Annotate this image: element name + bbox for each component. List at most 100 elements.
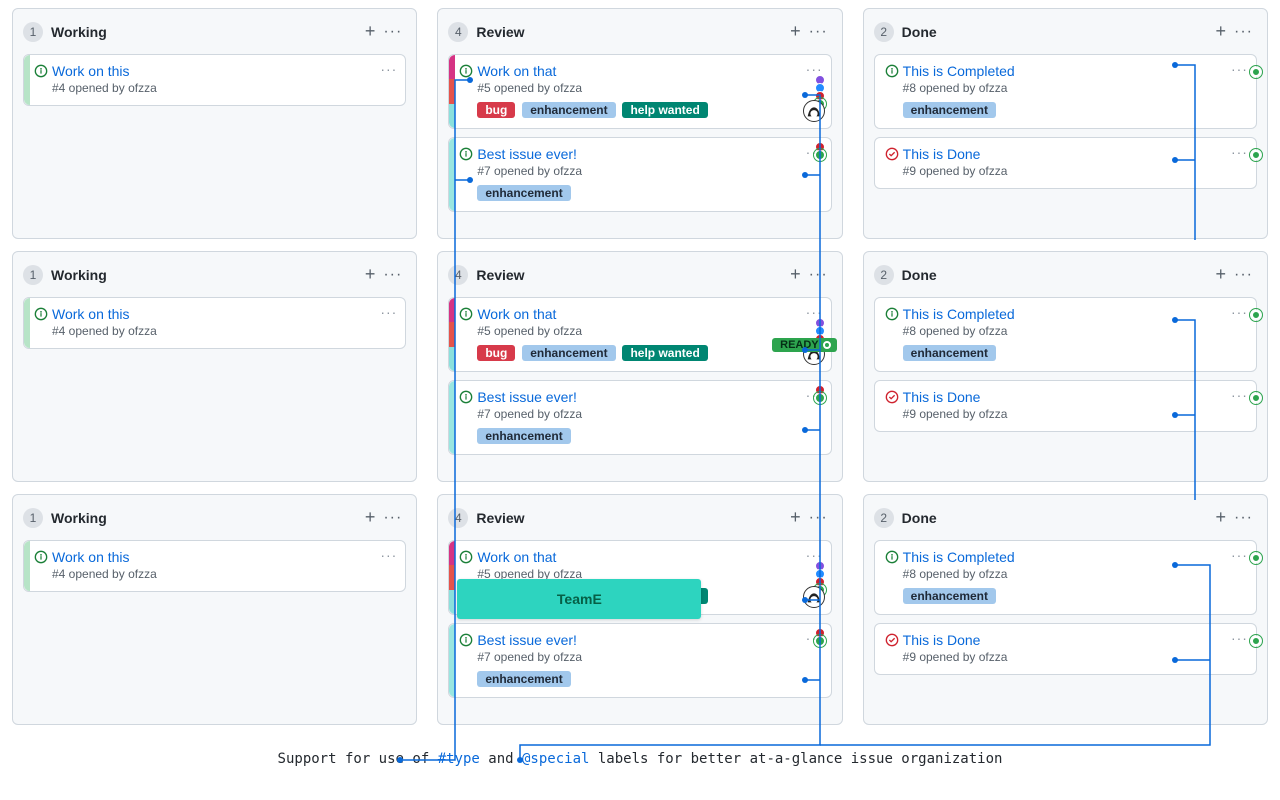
- assignee-avatar[interactable]: [803, 586, 825, 608]
- label-enhancement[interactable]: enhancement: [522, 102, 615, 118]
- column-review: 4 Review + ··· ··· Work on that #5 opene…: [437, 8, 842, 239]
- add-card-button[interactable]: +: [361, 262, 380, 287]
- column-done: 2 Done + ··· ··· This is Completed #8 op…: [863, 8, 1268, 239]
- column-count: 1: [23, 22, 43, 42]
- card-title[interactable]: This is Completed: [903, 63, 1246, 79]
- card-completed[interactable]: ··· This is Completed #8 opened by ofzza…: [874, 297, 1257, 372]
- card-menu-button[interactable]: ···: [380, 304, 397, 320]
- card-work-on-this[interactable]: ··· Work on this #4 opened by ofzza: [23, 54, 406, 106]
- column-header: 1 Working + ···: [23, 262, 406, 287]
- issue-open-icon: [459, 307, 473, 321]
- card-labels: bug enhancement help wanted: [477, 101, 820, 118]
- label-enhancement[interactable]: enhancement: [903, 345, 996, 361]
- issue-open-icon: [459, 550, 473, 564]
- label-enhancement[interactable]: enhancement: [522, 345, 615, 361]
- column-menu-button[interactable]: ···: [805, 21, 832, 43]
- ready-indicator: [1251, 310, 1261, 320]
- column-header: 2 Done + ···: [874, 505, 1257, 530]
- label-enhancement[interactable]: enhancement: [477, 428, 570, 444]
- card-title[interactable]: Work on this: [52, 549, 395, 565]
- card-meta: #7 opened by ofzza: [477, 650, 820, 664]
- column-menu-button[interactable]: ···: [805, 264, 832, 286]
- add-card-button[interactable]: +: [786, 19, 805, 44]
- card-work-on-that[interactable]: READY ··· Work on that #5 opened by ofzz…: [448, 297, 831, 372]
- column-menu-button[interactable]: ···: [1230, 507, 1257, 529]
- card-completed[interactable]: ··· This is Completed #8 opened by ofzza…: [874, 540, 1257, 615]
- column-menu-button[interactable]: ···: [1230, 21, 1257, 43]
- card-done[interactable]: ··· This is Done #9 opened by ofzza: [874, 137, 1257, 189]
- board-row: 1 Working + ··· ··· Work on this #4 open…: [12, 8, 1268, 239]
- card-completed[interactable]: ··· This is Completed #8 opened by ofzza…: [874, 54, 1257, 129]
- add-card-button[interactable]: +: [1211, 262, 1230, 287]
- card-title[interactable]: Work on that: [477, 306, 820, 322]
- card-work-on-this[interactable]: ··· Work on this #4 opened by ofzza: [23, 540, 406, 592]
- card-menu-button[interactable]: ···: [1231, 547, 1248, 563]
- add-card-button[interactable]: +: [1211, 19, 1230, 44]
- card-menu-button[interactable]: ···: [1231, 304, 1248, 320]
- card-title[interactable]: Work on that: [477, 549, 820, 565]
- card-work-on-this[interactable]: ··· Work on this #4 opened by ofzza: [23, 297, 406, 349]
- card-title[interactable]: This is Done: [903, 389, 1246, 405]
- assignee-avatar[interactable]: [803, 100, 825, 122]
- label-bug[interactable]: bug: [477, 345, 515, 361]
- column-menu-button[interactable]: ···: [379, 507, 406, 529]
- issue-open-icon: [459, 633, 473, 647]
- card-title[interactable]: Work on this: [52, 63, 395, 79]
- card-done[interactable]: ··· This is Done #9 opened by ofzza: [874, 380, 1257, 432]
- label-enhancement[interactable]: enhancement: [477, 671, 570, 687]
- card-labels: enhancement: [903, 101, 1246, 118]
- column-title: Done: [902, 24, 1212, 40]
- label-help-wanted[interactable]: help wanted: [622, 102, 707, 118]
- column-review: 4 Review + ··· TeamE ··· Work on that #5…: [437, 494, 842, 725]
- card-menu-button[interactable]: ···: [1231, 630, 1248, 646]
- add-card-button[interactable]: +: [786, 505, 805, 530]
- column-count: 4: [448, 22, 468, 42]
- label-enhancement[interactable]: enhancement: [903, 102, 996, 118]
- card-meta: #4 opened by ofzza: [52, 567, 395, 581]
- card-menu-button[interactable]: ···: [1231, 144, 1248, 160]
- card-stripe: [449, 624, 455, 697]
- card-menu-button[interactable]: ···: [1231, 61, 1248, 77]
- card-title[interactable]: Work on that: [477, 63, 820, 79]
- column-menu-button[interactable]: ···: [805, 507, 832, 529]
- card-meta: #5 opened by ofzza: [477, 324, 820, 338]
- issue-open-icon: [459, 64, 473, 78]
- card-title[interactable]: This is Completed: [903, 306, 1246, 322]
- card-title[interactable]: Best issue ever!: [477, 389, 820, 405]
- add-card-button[interactable]: +: [1211, 505, 1230, 530]
- label-enhancement[interactable]: enhancement: [903, 588, 996, 604]
- card-meta: #7 opened by ofzza: [477, 407, 820, 421]
- card-title[interactable]: This is Completed: [903, 549, 1246, 565]
- card-best-issue[interactable]: ··· Best issue ever! #7 opened by ofzza …: [448, 380, 831, 455]
- card-title[interactable]: This is Done: [903, 632, 1246, 648]
- card-done[interactable]: ··· This is Done #9 opened by ofzza: [874, 623, 1257, 675]
- card-title[interactable]: Best issue ever!: [477, 146, 820, 162]
- label-help-wanted[interactable]: help wanted: [622, 345, 707, 361]
- column-title: Review: [476, 510, 786, 526]
- column-menu-button[interactable]: ···: [1230, 264, 1257, 286]
- card-best-issue[interactable]: ··· Best issue ever! #7 opened by ofzza …: [448, 623, 831, 698]
- card-menu-button[interactable]: ···: [380, 547, 397, 563]
- card-menu-button[interactable]: ···: [380, 61, 397, 77]
- card-meta: #7 opened by ofzza: [477, 164, 820, 178]
- column-done: 2 Done + ··· ··· This is Completed #8 op…: [863, 494, 1268, 725]
- column-count: 4: [448, 265, 468, 285]
- card-stripe: [24, 298, 30, 348]
- card-title[interactable]: Best issue ever!: [477, 632, 820, 648]
- column-menu-button[interactable]: ···: [379, 264, 406, 286]
- card-title[interactable]: Work on this: [52, 306, 395, 322]
- label-enhancement[interactable]: enhancement: [477, 185, 570, 201]
- add-card-button[interactable]: +: [786, 262, 805, 287]
- add-card-button[interactable]: +: [361, 19, 380, 44]
- card-best-issue[interactable]: ··· Best issue ever! #7 opened by ofzza …: [448, 137, 831, 212]
- card-stripe: [449, 138, 455, 211]
- column-working: 1 Working + ··· ··· Work on this #4 open…: [12, 251, 417, 482]
- card-menu-button[interactable]: ···: [1231, 387, 1248, 403]
- card-work-on-that[interactable]: TeamE ··· Work on that #5 opened by ofzz…: [448, 540, 831, 615]
- label-bug[interactable]: bug: [477, 102, 515, 118]
- card-work-on-that[interactable]: ··· Work on that #5 opened by ofzza bug …: [448, 54, 831, 129]
- add-card-button[interactable]: +: [361, 505, 380, 530]
- card-title[interactable]: This is Done: [903, 146, 1246, 162]
- ready-indicator: [1251, 67, 1261, 77]
- column-menu-button[interactable]: ···: [379, 21, 406, 43]
